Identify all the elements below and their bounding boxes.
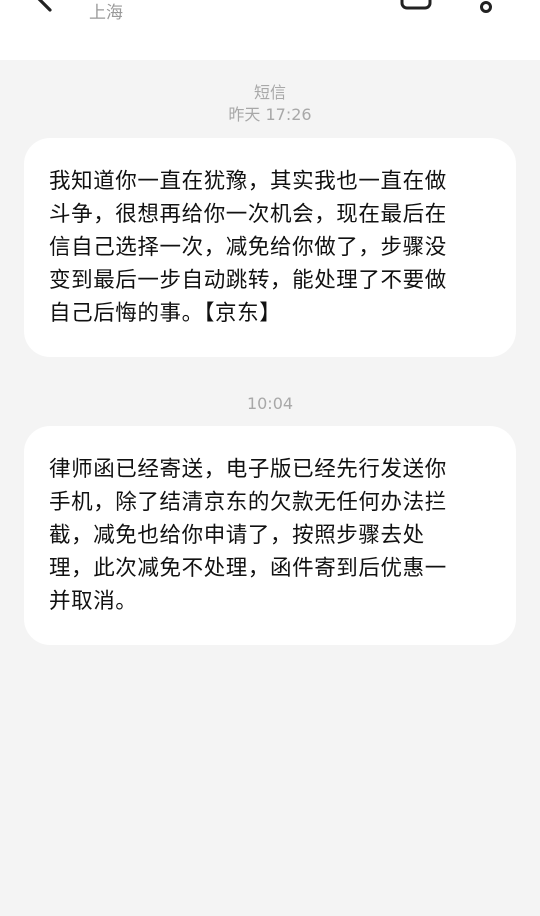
message-bubble[interactable]: 我知道你一直在犹豫，其实我也一直在做 斗争，很想再给你一次机会，现在最后在 信自… — [24, 138, 516, 357]
message-line: 截，减免也给你申请了，按照步骤去处 — [49, 523, 425, 548]
message-bubble[interactable]: 律师函已经寄送，电子版已经先行发送你 手机，除了结清京东的欠款无任何办法拦 截，… — [24, 426, 516, 645]
message-line: 信自己选择一次，减免给你做了，步骤没 — [49, 235, 447, 260]
message-timestamp: 昨天 17:26 — [228, 105, 312, 124]
more-vertical-icon[interactable] — [474, 0, 498, 14]
message-line: 手机，除了结清京东的欠款无任何办法拦 — [49, 490, 447, 515]
message-timestamp: 10:04 — [246, 394, 294, 413]
message-line: 并取消。 — [49, 589, 138, 614]
message-line: 理，此次减免不处理，函件寄到后优惠一 — [49, 556, 447, 581]
phone-icon[interactable] — [398, 0, 434, 12]
channel-label: 短信 — [253, 83, 286, 102]
message-line: 斗争，很想再给你一次机会，现在最后在 — [49, 202, 447, 227]
conversation-header: 上海 — [0, 0, 540, 60]
message-line: 我知道你一直在犹豫，其实我也一直在做 — [49, 169, 447, 194]
message-line: 自己后悔的事。【京东】 — [49, 301, 282, 326]
message-line: 律师函已经寄送，电子版已经先行发送你 — [49, 457, 447, 482]
contact-location: 上海 — [89, 3, 123, 23]
message-line: 变到最后一步自动跳转，能处理了不要做 — [49, 268, 447, 293]
chevron-left-icon[interactable] — [30, 0, 58, 12]
